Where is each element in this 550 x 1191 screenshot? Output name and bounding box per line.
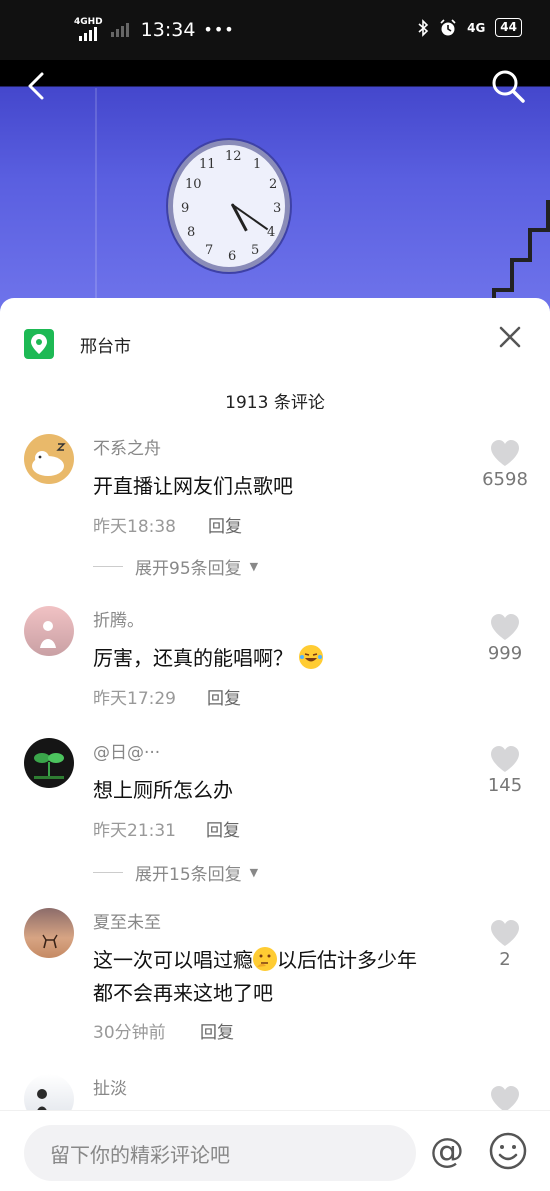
- comment-time: 30分钟前: [93, 1023, 166, 1043]
- like-count: 2: [499, 949, 511, 970]
- divider: [93, 872, 123, 873]
- status-more-dots: •••: [203, 20, 235, 39]
- signal-strength-icon: [79, 27, 98, 41]
- comment-time: 昨天17:29: [93, 689, 176, 709]
- comment-sheet: 邢台市 1913 条评论 不系之舟 开直播让网友们点歌吧 昨天18:38 回复 …: [0, 298, 550, 1191]
- location-label: 邢台市: [80, 336, 131, 357]
- like-button[interactable]: 6598: [460, 440, 550, 490]
- comment-author[interactable]: 折腾。: [93, 606, 144, 631]
- comment-item: 折腾。 厉害，还真的能唱啊？ 昨天17:29 回复 999: [0, 606, 550, 716]
- like-count: 999: [487, 643, 523, 664]
- avatar[interactable]: [24, 908, 74, 958]
- like-button[interactable]: [460, 1086, 550, 1113]
- reply-button[interactable]: 回复: [200, 1018, 234, 1043]
- expand-replies-label: 展开95条回复: [135, 559, 242, 579]
- comment-item: 扯淡: [0, 1074, 550, 1124]
- battery-indicator: 44: [495, 18, 522, 37]
- video-preview[interactable]: 12 1 2 3 4 5 6 7 8 9 10 11: [0, 60, 550, 320]
- reply-button[interactable]: 回复: [208, 512, 242, 537]
- heart-icon: [491, 746, 519, 772]
- like-count: 145: [487, 775, 523, 796]
- back-arrow-icon[interactable]: [20, 68, 56, 104]
- caret-down-icon: ▼: [249, 560, 259, 573]
- comment-time: 昨天21:31: [93, 821, 176, 841]
- comment-author[interactable]: 扯淡: [93, 1074, 127, 1099]
- wall-clock-image: 12 1 2 3 4 5 6 7 8 9 10 11: [168, 140, 290, 272]
- like-button[interactable]: 2: [460, 920, 550, 970]
- comment-item: 不系之舟 开直播让网友们点歌吧 昨天18:38 回复 6598 展开95条回复 …: [0, 434, 550, 584]
- heart-icon: [491, 440, 519, 466]
- like-button[interactable]: 145: [460, 746, 550, 796]
- comment-text: 想上厕所怎么办: [93, 778, 233, 802]
- comment-text-part: 这一次可以唱过瘾: [93, 948, 253, 972]
- caret-down-icon: ▼: [249, 866, 259, 879]
- expand-replies-button[interactable]: 展开95条回复 ▼: [93, 554, 258, 579]
- network-indicator: 4GHD: [74, 18, 103, 41]
- like-button[interactable]: 999: [460, 614, 550, 664]
- divider: [93, 566, 123, 567]
- signal-strength-secondary-icon: [110, 22, 129, 37]
- avatar[interactable]: [24, 434, 74, 484]
- emoji-picker-icon[interactable]: [488, 1131, 528, 1171]
- comment-author[interactable]: @日@···: [93, 738, 160, 763]
- comment-text-content: 厉害，还真的能唱啊？: [93, 646, 293, 670]
- bluetooth-icon: [418, 18, 429, 37]
- status-left: 4GHD 13:34 •••: [74, 18, 235, 41]
- comment-text: 这一次可以唱过瘾 以后估计多少年 都不会再来这地了吧: [93, 944, 473, 1010]
- search-icon[interactable]: [488, 66, 528, 106]
- close-icon[interactable]: [498, 325, 522, 349]
- comment-input[interactable]: 留下你的精彩评论吧: [24, 1125, 416, 1181]
- comment-item: @日@··· 想上厕所怎么办 昨天21:31 回复 145 展开15条回复 ▼: [0, 738, 550, 888]
- comment-text: 开直播让网友们点歌吧: [93, 474, 293, 498]
- laughing-tears-emoji-icon: [299, 645, 324, 669]
- comment-author[interactable]: 不系之舟: [93, 434, 161, 459]
- comment-text-part: 以后估计多少年: [277, 948, 417, 972]
- comment-item: 夏至未至 这一次可以唱过瘾 以后估计多少年 都不会再来这地了吧 30分钟前 回复 …: [0, 908, 550, 1058]
- thinking-emoji-icon: [253, 947, 277, 971]
- avatar[interactable]: [24, 606, 74, 656]
- comment-author[interactable]: 夏至未至: [93, 908, 161, 933]
- status-time: 13:34: [140, 18, 196, 41]
- reply-button[interactable]: 回复: [206, 816, 240, 841]
- expand-replies-label: 展开15条回复: [135, 865, 242, 885]
- location-pin-icon: [24, 329, 54, 359]
- alarm-icon: [440, 18, 456, 35]
- location-row[interactable]: 邢台市: [24, 328, 131, 360]
- wall-line: [95, 88, 97, 320]
- comment-text: 厉害，还真的能唱啊？: [93, 642, 473, 675]
- comment-text-part: 都不会再来这地了吧: [93, 981, 273, 1005]
- reply-button[interactable]: 回复: [207, 684, 241, 709]
- like-count: 6598: [482, 469, 528, 490]
- comment-count-title: 1913 条评论: [225, 393, 325, 413]
- comment-input-bar: 留下你的精彩评论吧 @: [0, 1110, 550, 1191]
- expand-replies-button[interactable]: 展开15条回复 ▼: [93, 860, 258, 885]
- avatar[interactable]: [24, 738, 74, 788]
- heart-icon: [491, 920, 519, 946]
- comment-time: 昨天18:38: [93, 517, 176, 537]
- network-label: 4GHD: [74, 17, 103, 27]
- heart-icon: [491, 614, 519, 640]
- heart-icon: [491, 1086, 519, 1112]
- network-type-label: 4G: [467, 20, 486, 35]
- status-bar: 4GHD 13:34 ••• 4G 44: [0, 0, 550, 60]
- status-right: 4G 44: [417, 18, 522, 37]
- mention-at-button[interactable]: @: [426, 1131, 468, 1173]
